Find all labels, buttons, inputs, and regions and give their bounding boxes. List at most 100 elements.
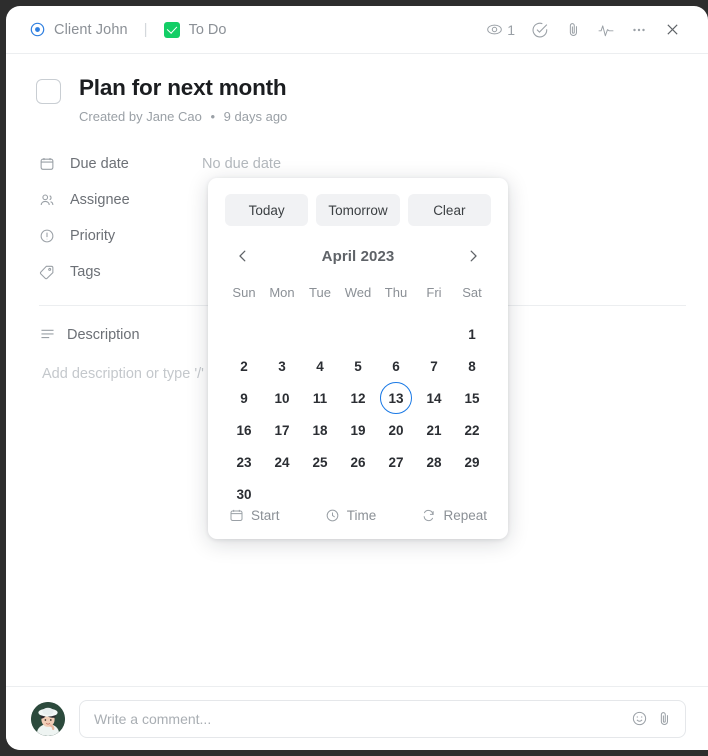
topbar-left: Client John | To Do	[30, 21, 486, 38]
calendar-footer: Start Time Repeat	[225, 508, 491, 523]
topbar-actions: 1	[486, 16, 686, 44]
weekday-wed: Wed	[344, 285, 372, 300]
start-date-button[interactable]: Start	[229, 508, 280, 523]
calendar-day-16[interactable]: 16	[228, 414, 260, 446]
topbar-separator: |	[143, 21, 148, 38]
calendar-day-24[interactable]: 24	[266, 446, 298, 478]
page-title[interactable]: Plan for next month	[79, 74, 287, 102]
calendar-day-10[interactable]: 10	[266, 382, 298, 414]
field-row-due-date[interactable]: Due date No due date	[39, 146, 678, 182]
weekday-sun: Sun	[232, 285, 256, 300]
calendar-day-4[interactable]: 4	[304, 350, 336, 382]
calendar-day-13[interactable]: 13	[380, 382, 412, 414]
weekday-fri: Fri	[426, 285, 442, 300]
task-meta: Created by Jane Cao • 9 days ago	[79, 109, 287, 124]
calendar-day-8[interactable]: 8	[456, 350, 488, 382]
calendar-icon	[39, 156, 59, 172]
calendar-day-26[interactable]: 26	[342, 446, 374, 478]
description-lines-icon	[39, 326, 56, 343]
weekday-mon: Mon	[269, 285, 295, 300]
task-detail-window: Client John | To Do 1 Plan for next mont…	[6, 6, 708, 750]
calendar-nav: April 2023	[225, 244, 491, 268]
check-circle-icon[interactable]	[526, 16, 554, 44]
calendar-day-11[interactable]: 11	[304, 382, 336, 414]
calendar-day-17[interactable]: 17	[266, 414, 298, 446]
time-label: Time	[346, 508, 377, 523]
status-badge[interactable]: To Do	[163, 21, 227, 38]
comment-input[interactable]: Write a comment...	[79, 699, 686, 738]
date-picker-popup: Today Tomorrow Clear April 2023 Sun Mon Tu…	[208, 178, 508, 539]
calendar-day-21[interactable]: 21	[418, 414, 450, 446]
calendar-day-15[interactable]: 15	[456, 382, 488, 414]
field-label-tags: Tags	[70, 264, 101, 281]
people-icon	[39, 192, 59, 208]
meta-separator: •	[210, 109, 216, 125]
close-icon[interactable]	[658, 16, 686, 44]
activity-icon[interactable]	[592, 16, 620, 44]
comment-bar: Write a comment...	[6, 686, 708, 750]
client-name[interactable]: Client John	[54, 22, 128, 38]
emoji-icon[interactable]	[631, 710, 648, 727]
calendar-day-29[interactable]: 29	[456, 446, 488, 478]
calendar-day-blank	[380, 318, 412, 350]
field-label-priority: Priority	[70, 228, 116, 245]
eye-icon	[486, 21, 503, 38]
status-check-icon	[163, 21, 180, 38]
topbar: Client John | To Do 1	[6, 6, 708, 54]
more-icon[interactable]	[625, 16, 653, 44]
start-label: Start	[251, 508, 280, 523]
chevron-left-icon[interactable]	[231, 244, 255, 268]
calendar-day-14[interactable]: 14	[418, 382, 450, 414]
calendar-day-23[interactable]: 23	[228, 446, 260, 478]
avatar[interactable]	[31, 701, 65, 736]
calendar-weekday-row: Sun Mon Tue Wed Thu Fri Sat	[225, 280, 491, 306]
task-created-time: 9 days ago	[223, 109, 288, 125]
repeat-icon	[421, 508, 436, 523]
clock-icon	[325, 508, 340, 523]
calendar-day-1[interactable]: 1	[456, 318, 488, 350]
field-value-due-date[interactable]: No due date	[202, 156, 281, 172]
title-block: Plan for next month Created by Jane Cao …	[79, 74, 287, 124]
chevron-right-icon[interactable]	[461, 244, 485, 268]
tomorrow-button[interactable]: Tomorrow	[316, 194, 400, 226]
weekday-thu: Thu	[384, 285, 408, 300]
calendar-day-blank	[304, 318, 336, 350]
paperclip-icon[interactable]	[559, 16, 587, 44]
calendar-day-30[interactable]: 30	[228, 478, 260, 510]
calendar-day-5[interactable]: 5	[342, 350, 374, 382]
calendar-day-27[interactable]: 27	[380, 446, 412, 478]
priority-flag-icon	[39, 228, 59, 244]
calendar-day-2[interactable]: 2	[228, 350, 260, 382]
calendar-day-19[interactable]: 19	[342, 414, 374, 446]
description-title: Description	[67, 326, 140, 343]
calendar-day-22[interactable]: 22	[456, 414, 488, 446]
paperclip-icon[interactable]	[656, 710, 673, 727]
quick-date-buttons: Today Tomorrow Clear	[225, 194, 491, 226]
tag-icon	[39, 264, 59, 280]
calendar-day-25[interactable]: 25	[304, 446, 336, 478]
today-button[interactable]: Today	[225, 194, 309, 226]
repeat-button[interactable]: Repeat	[421, 508, 487, 523]
repeat-label: Repeat	[443, 508, 487, 523]
clear-button[interactable]: Clear	[407, 194, 491, 226]
calendar-day-12[interactable]: 12	[342, 382, 374, 414]
calendar-day-blank	[266, 318, 298, 350]
calendar-month-label[interactable]: April 2023	[322, 248, 395, 265]
calendar-day-3[interactable]: 3	[266, 350, 298, 382]
calendar-day-18[interactable]: 18	[304, 414, 336, 446]
calendar-day-28[interactable]: 28	[418, 446, 450, 478]
calendar-day-6[interactable]: 6	[380, 350, 412, 382]
view-count[interactable]: 1	[486, 21, 521, 38]
time-button[interactable]: Time	[325, 508, 377, 523]
calendar-day-9[interactable]: 9	[228, 382, 260, 414]
weekday-sat: Sat	[462, 285, 482, 300]
field-label-due-date: Due date	[70, 156, 129, 173]
task-complete-checkbox[interactable]	[36, 79, 61, 104]
field-label-assignee: Assignee	[70, 192, 130, 209]
view-count-value: 1	[507, 21, 515, 38]
calendar-day-7[interactable]: 7	[418, 350, 450, 382]
comment-placeholder: Write a comment...	[94, 710, 212, 727]
status-label: To Do	[188, 21, 227, 38]
calendar-day-20[interactable]: 20	[380, 414, 412, 446]
task-author: Created by Jane Cao	[79, 109, 202, 125]
